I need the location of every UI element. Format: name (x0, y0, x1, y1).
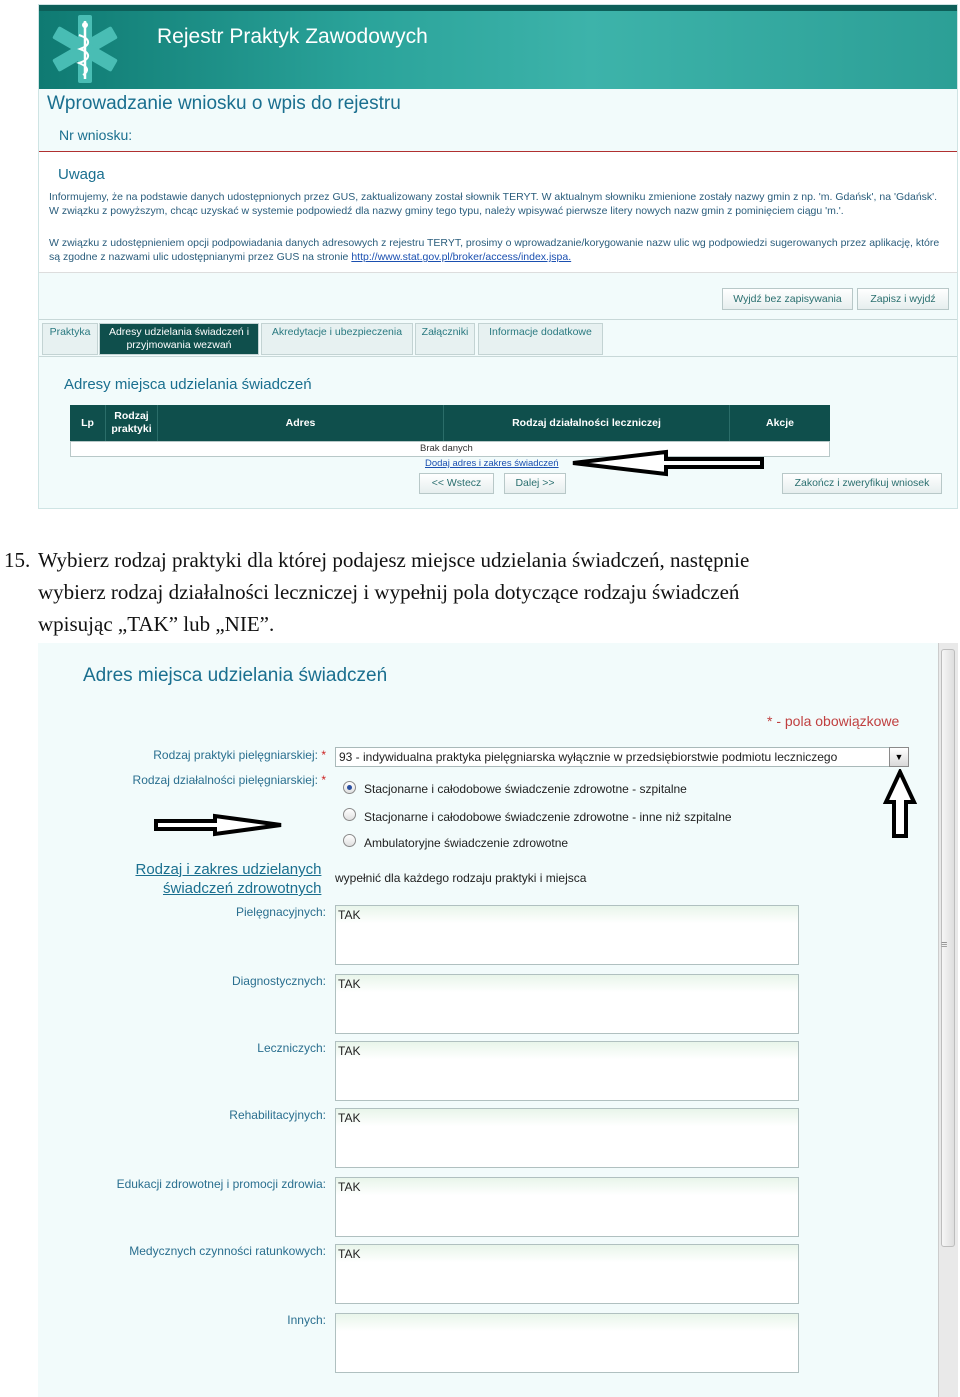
leczniczych-textarea[interactable]: TAK (335, 1041, 799, 1101)
tab-praktyka[interactable]: Praktyka (42, 323, 98, 355)
exit-without-saving-button[interactable]: Wyjdź bez zapisywania (722, 288, 853, 310)
empty-table-text: Brak danych (420, 443, 473, 454)
field-label: Diagnostycznych: (231, 974, 326, 988)
notice-title: Uwaga (58, 166, 105, 183)
app-header: Rejestr Praktyk Zawodowych (39, 5, 957, 89)
tab-adresy[interactable]: Adresy udzielania świadczeń i przyjmowan… (99, 323, 259, 355)
field-label: Innych: (287, 1313, 326, 1327)
column-lp: Lp (70, 405, 106, 441)
chevron-down-icon[interactable]: ▼ (889, 747, 909, 767)
right-arrow-icon (154, 813, 282, 837)
radio-label: Stacjonarne i całodobowe świadczenie zdr… (364, 782, 687, 796)
gus-link[interactable]: http://www.stat.gov.pl/broker/access/ind… (351, 251, 571, 263)
grip-icon: ≡ (941, 939, 948, 951)
radio-label: Stacjonarne i całodobowe świadczenie zdr… (364, 810, 732, 824)
innych-textarea[interactable] (335, 1313, 799, 1373)
app-title: Rejestr Praktyk Zawodowych (157, 25, 428, 48)
notice-paragraph: W związku z udostępnieniem opcji podpowi… (49, 236, 944, 264)
column-rodzaj-dzialalnosci: Rodzaj działalności leczniczej (444, 405, 730, 441)
finish-verify-button[interactable]: Zakończ i zweryfikuj wniosek (782, 473, 942, 494)
column-adres: Adres (158, 405, 444, 441)
notice-paragraph: Informujemy, że na podstawie danych udos… (49, 191, 938, 217)
field-label: Leczniczych: (257, 1041, 326, 1055)
pielegnacyjnych-textarea[interactable]: TAK (335, 905, 799, 965)
section-link-line: świadczeń zdrowotnych (163, 880, 322, 897)
section-title: Adresy miejsca udzielania świadczeń (64, 376, 312, 393)
practice-type-label: Rodzaj praktyki pielęgniarskiej: * (153, 748, 326, 762)
section-note: wypełnić dla każdego rodzaju praktyki i … (335, 871, 587, 885)
radio-inne-niz-szpitalne[interactable] (343, 808, 356, 821)
edukacji-textarea[interactable]: TAK (335, 1177, 799, 1237)
instruction-line: wpisując „TAK” lub „NIE”. (38, 612, 275, 636)
radio-label: Ambulatoryjne świadczenie zdrowotne (364, 836, 569, 850)
medical-star-of-life-icon (52, 15, 118, 83)
ratunkowych-textarea[interactable]: TAK (335, 1244, 799, 1304)
save-and-exit-button[interactable]: Zapisz i wyjdź (857, 288, 949, 310)
radio-szpitalne[interactable] (343, 781, 356, 794)
back-button[interactable]: << Wstecz (419, 473, 494, 494)
up-arrow-icon (882, 769, 918, 838)
field-label: Pielęgnacyjnych: (235, 905, 326, 919)
field-label: Medycznych czynności ratunkowych: (129, 1244, 326, 1258)
scrollbar[interactable]: ≡ (938, 643, 958, 1397)
screenshot-address-form: ≡ Adres miejsca udzielania świadczeń * -… (38, 643, 958, 1397)
add-address-link[interactable]: Dodaj adres i zakres świadczeń (425, 458, 559, 469)
radio-ambulatoryjne[interactable] (343, 834, 356, 847)
application-number-label: Nr wniosku: (59, 127, 133, 143)
column-akcje: Akcje (765, 416, 795, 429)
tab-zalaczniki[interactable]: Załączniki (415, 323, 475, 355)
tab-informacje[interactable]: Informacje dodatkowe (478, 323, 603, 355)
rehabilitacyjnych-textarea[interactable]: TAK (335, 1108, 799, 1168)
page-title: Wprowadzanie wniosku o wpis do rejestru (47, 93, 401, 114)
activity-type-label: Rodzaj działalności pielęgniarskiej: * (132, 773, 326, 787)
diagnostycznych-textarea[interactable]: TAK (335, 974, 799, 1034)
screenshot-registry-addresses: Rejestr Praktyk Zawodowych Wprowadzanie … (38, 4, 958, 509)
addresses-table-header: Lp Rodzaj praktyki Adres Rodzaj działaln… (70, 405, 830, 441)
instruction-line: Wybierz rodzaj praktyki dla której podaj… (38, 548, 750, 572)
field-label: Edukacji zdrowotnej i promocji zdrowia: (116, 1177, 326, 1191)
instruction-line: wybierz rodzaj działalności leczniczej i… (38, 580, 740, 604)
practice-type-select[interactable]: 93 - indywidualna praktyka pielęgniarska… (335, 747, 909, 767)
services-section-link[interactable]: Rodzaj i zakres udzielanych świadczeń zd… (134, 860, 321, 898)
section-link-line: Rodzaj i zakres udzielanych (135, 861, 322, 878)
tab-akredytacje[interactable]: Akredytacje i ubezpieczenia (261, 323, 413, 355)
left-arrow-icon (572, 449, 764, 477)
form-title: Adres miejsca udzielania świadczeń (83, 665, 388, 686)
column-rodzaj-praktyki: Rodzaj praktyki (106, 405, 158, 441)
instruction-number: 15. (4, 548, 31, 572)
required-fields-note: * - pola obowiązkowe (767, 713, 900, 729)
next-button[interactable]: Dalej >> (504, 473, 566, 494)
notice-box: Uwaga Informujemy, że na podstawie danyc… (39, 151, 957, 273)
field-label: Rehabilitacyjnych: (229, 1108, 326, 1122)
